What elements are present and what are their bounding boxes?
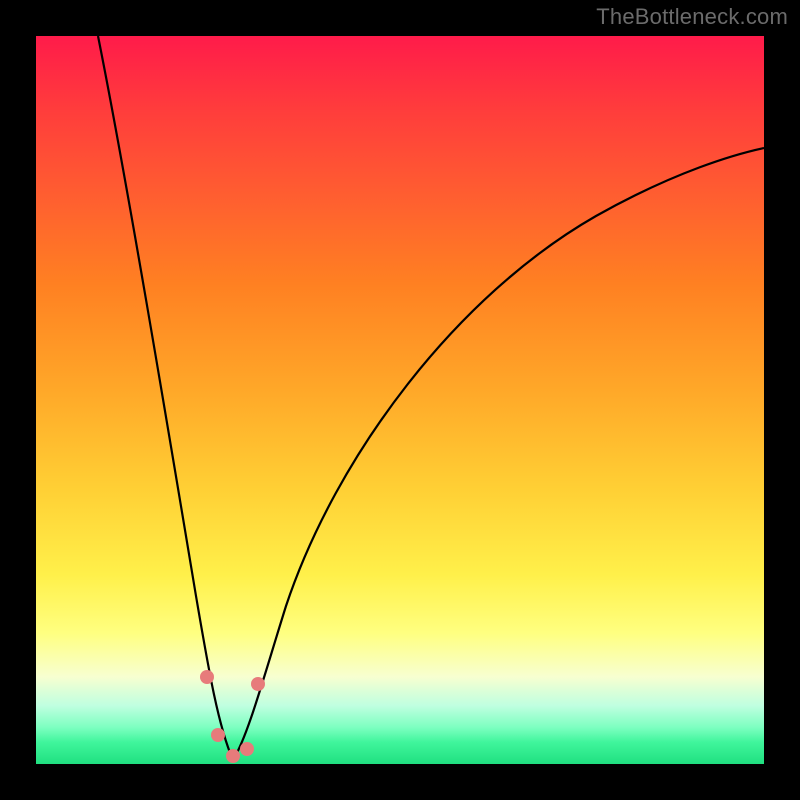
data-point	[251, 677, 265, 691]
chart-svg	[36, 36, 764, 764]
data-points	[200, 670, 265, 763]
right-curve	[233, 148, 764, 760]
watermark-text: TheBottleneck.com	[596, 4, 788, 30]
plot-area	[36, 36, 764, 764]
left-curve	[98, 36, 233, 760]
data-point	[240, 742, 254, 756]
data-point	[200, 670, 214, 684]
data-point	[211, 728, 225, 742]
chart-container: TheBottleneck.com	[0, 0, 800, 800]
data-point	[226, 749, 240, 763]
